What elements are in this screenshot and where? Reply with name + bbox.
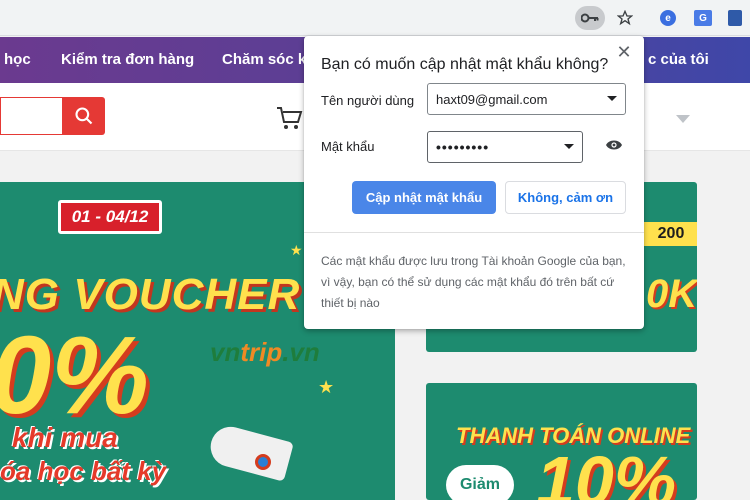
password-select[interactable]: ••••••••• [427,131,583,163]
nav-item-check-order[interactable]: Kiểm tra đơn hàng [61,51,194,68]
cart-icon[interactable] [275,105,303,131]
chevron-down-icon [564,144,574,149]
eye-icon[interactable] [605,138,623,152]
date-tag: 01 - 04/12 [58,200,162,234]
translate-icon[interactable]: G [690,6,716,30]
nav-item-my-courses[interactable]: c của tôi [648,51,709,68]
address-bar[interactable] [0,4,650,32]
no-thanks-button[interactable]: Không, cảm ơn [505,181,626,214]
star-icon[interactable] [612,6,638,30]
promo-line-1: khi mua [12,422,118,453]
password-update-dialog: ✕ Bạn có muốn cập nhật mật khẩu không? T… [304,36,644,329]
key-icon[interactable] [575,6,605,30]
nav-item-support[interactable]: Chăm sóc k [222,51,306,68]
username-value: haxt09@gmail.com [436,91,548,107]
browser-toolbar: e G [0,0,750,36]
chevron-down-icon [607,96,617,101]
dialog-footer-text: Các mật khẩu được lưu trong Tài khoản Go… [321,254,626,310]
nav-item-courses[interactable]: học [4,51,31,68]
username-select[interactable]: haxt09@gmail.com [427,83,626,115]
voucher-code-tag: 200 [641,222,697,246]
password-value: ••••••••• [436,139,490,155]
side2-percent: 10% [536,442,677,500]
discount-percent: 0% [0,314,149,437]
promo-banner-side-2[interactable]: THANH TOÁN ONLINE Giảm 10% [426,383,697,500]
star-decoration: ★ [318,377,335,397]
promo-line-2: óa học bất kỳ [0,456,167,486]
search-input[interactable] [0,97,62,135]
side2-discount-label: Giảm [446,465,514,500]
star-decoration: ★ [290,242,303,258]
divider [304,232,644,233]
chevron-down-icon[interactable] [676,115,690,123]
close-icon[interactable]: ✕ [614,42,634,62]
dialog-title: Bạn có muốn cập nhật mật khẩu không? [321,56,609,73]
username-label: Tên người dùng [321,93,415,108]
vntrip-logo: vntrip.vn [210,337,320,367]
search-button[interactable] [62,97,105,135]
bookmark-extension-icon[interactable] [722,6,748,30]
search-icon [74,107,92,125]
password-label: Mật khẩu [321,139,375,154]
rocket-window [255,454,271,470]
side1-amount: 0K [646,272,697,316]
rocket-illustration [206,422,294,482]
update-password-button[interactable]: Cập nhật mật khẩu [352,181,496,214]
extension-icon[interactable]: e [655,6,681,30]
